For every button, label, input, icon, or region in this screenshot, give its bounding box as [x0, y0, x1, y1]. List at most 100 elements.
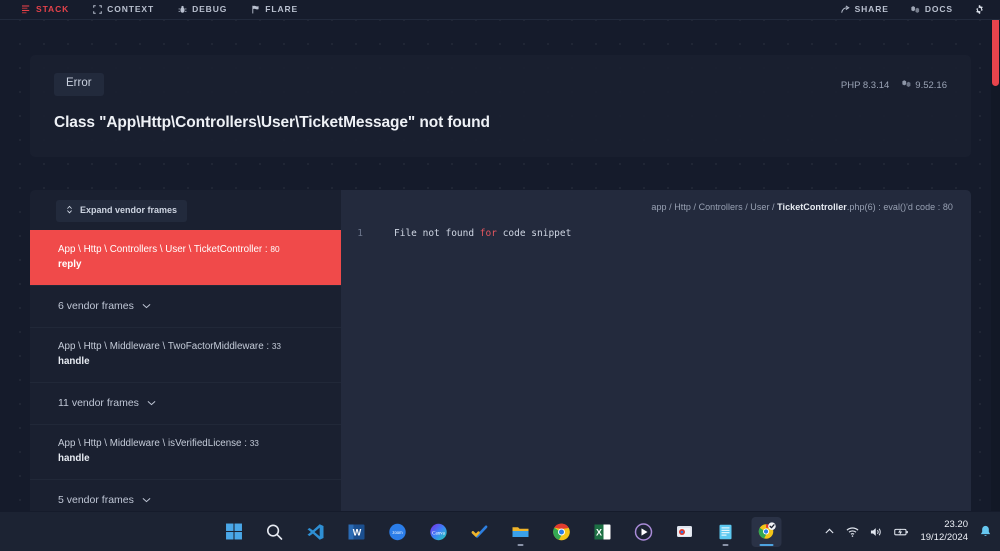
- docs-label: Docs: [924, 4, 953, 15]
- svg-text:X: X: [596, 527, 602, 537]
- share-arrow-icon: [840, 5, 850, 14]
- tab-flare[interactable]: Flare: [251, 5, 298, 14]
- chrome-active-icon[interactable]: [751, 516, 782, 547]
- windows-start-icon[interactable]: [219, 517, 249, 547]
- stack-frame-method: reply: [58, 259, 82, 271]
- media-player-icon[interactable]: [629, 517, 659, 547]
- page-scrollbar-track[interactable]: [991, 20, 1000, 511]
- notepad-icon[interactable]: [711, 517, 741, 547]
- stack-frame-item[interactable]: App \ Http \ Controllers \ User \ Ticket…: [30, 230, 341, 285]
- tab-context[interactable]: Context: [93, 5, 154, 14]
- code-preview-pane: app / Http / Controllers / User / Ticket…: [341, 190, 971, 511]
- stack-frame-item[interactable]: App \ Http \ Middleware \ TwoFactorMiddl…: [30, 326, 341, 382]
- word-icon[interactable]: W: [342, 517, 372, 547]
- chevron-down-icon: [142, 494, 151, 506]
- search-icon[interactable]: [260, 517, 290, 547]
- code-breadcrumb: app / Http / Controllers / User / Ticket…: [341, 190, 971, 212]
- bell-icon[interactable]: [979, 525, 992, 538]
- vendor-frames-toggle[interactable]: 5 vendor frames: [30, 478, 341, 511]
- tab-flare-label: Flare: [265, 4, 299, 15]
- stack-lines-icon: [22, 5, 31, 14]
- laravel-version-group: 9.52.16: [902, 79, 947, 91]
- svg-text:W: W: [353, 527, 362, 537]
- wifi-icon[interactable]: [846, 526, 859, 538]
- top-navigation-bar: Stack Context: [0, 0, 1000, 20]
- code-text-post: code snippet: [496, 228, 572, 239]
- running-indicator: [517, 543, 524, 546]
- settings-button[interactable]: [975, 5, 984, 14]
- expand-vendor-frames-button[interactable]: Expand vendor frames: [56, 200, 188, 222]
- code-line: 1 File not found for code snippet: [341, 228, 971, 239]
- stack-frame-class: App \ Http \ Middleware \ TwoFactorMiddl…: [58, 340, 282, 352]
- error-summary-card: Error PHP 8.3.14 9.52.16 Class "App\Http…: [30, 55, 971, 157]
- stack-frame-class: App \ Http \ Controllers \ User \ Ticket…: [58, 244, 280, 255]
- file-explorer-icon[interactable]: [506, 517, 536, 547]
- chevron-down-icon: [147, 397, 156, 409]
- breadcrumb-file: TicketController: [777, 202, 847, 212]
- stack-frame-line: 80: [270, 244, 280, 254]
- vendor-frames-label: 6 vendor frames: [58, 299, 134, 312]
- stack-frame-class-text: App \ Http \ Middleware \ TwoFactorMiddl…: [58, 340, 264, 352]
- error-versions: PHP 8.3.14 9.52.16: [841, 73, 947, 91]
- clock-date: 19/12/2024: [920, 531, 968, 543]
- code-keyword: for: [479, 228, 497, 239]
- stack-frames-list[interactable]: Expand vendor frames App \ Http \ Contro…: [30, 190, 341, 511]
- taskbar-app-group: W zoom Canva X: [219, 512, 782, 551]
- breadcrumb-prefix: app / Http / Controllers / User /: [651, 202, 778, 212]
- vendor-frames-toggle[interactable]: 11 vendor frames: [30, 381, 341, 424]
- nav-left-group: Stack Context: [0, 5, 298, 14]
- code-snippet: 1 File not found for code snippet: [341, 228, 971, 239]
- share-button[interactable]: Share: [840, 4, 889, 15]
- chevron-up-icon[interactable]: [824, 526, 835, 537]
- brackets-icon: [93, 5, 102, 14]
- zoom-icon[interactable]: zoom: [383, 517, 413, 547]
- system-tray: 23.20 19/12/2024: [824, 512, 992, 551]
- breadcrumb-suffix: .php(6) : eval()'d code : 80: [846, 202, 953, 212]
- chrome-app-icon[interactable]: [670, 517, 700, 547]
- php-version-label: PHP 8.3.14: [840, 79, 890, 91]
- canva-icon[interactable]: Canva: [424, 517, 454, 547]
- code-line-number: 1: [357, 228, 363, 239]
- code-text-pre: File not found: [394, 228, 480, 239]
- code-line-text: File not found for code snippet: [369, 228, 571, 239]
- volume-icon[interactable]: [870, 526, 883, 538]
- share-label: Share: [854, 4, 889, 15]
- vscode-icon[interactable]: [301, 517, 331, 547]
- expand-vendor-frames-label: Expand vendor frames: [80, 205, 178, 215]
- gear-icon: [975, 5, 984, 14]
- stack-frame-class: App \ Http \ Middleware \ isVerifiedLice…: [58, 437, 259, 449]
- ignition-error-page: Stack Context: [0, 0, 1000, 551]
- vendor-frames-label: 5 vendor frames: [58, 493, 134, 506]
- expand-vendor-frames-wrap: Expand vendor frames: [30, 190, 341, 230]
- stack-frame-class-text: App \ Http \ Controllers \ User \ Ticket…: [58, 244, 263, 255]
- error-card-header: Error PHP 8.3.14 9.52.16: [54, 73, 947, 96]
- flare-flag-icon: [251, 5, 260, 14]
- stack-frame-method: handle: [58, 453, 90, 465]
- error-type-badge: Error: [54, 73, 104, 96]
- laravel-docs-icon: [911, 5, 920, 14]
- svg-text:zoom: zoom: [392, 530, 403, 535]
- excel-icon[interactable]: X: [588, 517, 618, 547]
- todoist-check-icon[interactable]: [465, 517, 495, 547]
- tab-debug[interactable]: Debug: [178, 5, 227, 14]
- laravel-icon: [902, 79, 911, 91]
- taskbar-clock[interactable]: 23.20 19/12/2024: [920, 519, 968, 545]
- battery-charging-icon[interactable]: [894, 526, 909, 538]
- stack-trace-panels: Expand vendor frames App \ Http \ Contro…: [30, 190, 971, 511]
- clock-time: 23.20: [944, 518, 968, 530]
- tab-context-label: Context: [107, 4, 155, 15]
- tab-debug-label: Debug: [192, 4, 228, 15]
- laravel-version-label: 9.52.16: [915, 79, 947, 91]
- nav-right-group: Share Docs: [840, 4, 1000, 15]
- chrome-icon[interactable]: [547, 517, 577, 547]
- stack-frame-item[interactable]: App \ Http \ Middleware \ isVerifiedLice…: [30, 423, 341, 479]
- vendor-frames-toggle[interactable]: 6 vendor frames: [30, 284, 341, 327]
- tab-stack[interactable]: Stack: [22, 5, 69, 14]
- docs-button[interactable]: Docs: [911, 5, 953, 14]
- windows-taskbar: W zoom Canva X 23.20 19/12/2024: [0, 512, 1000, 551]
- tab-stack-label: Stack: [36, 4, 70, 15]
- stack-frame-line: 33: [249, 437, 259, 448]
- vendor-frames-label: 11 vendor frames: [58, 396, 139, 409]
- running-indicator: [759, 543, 774, 546]
- chevron-down-icon: [142, 300, 151, 312]
